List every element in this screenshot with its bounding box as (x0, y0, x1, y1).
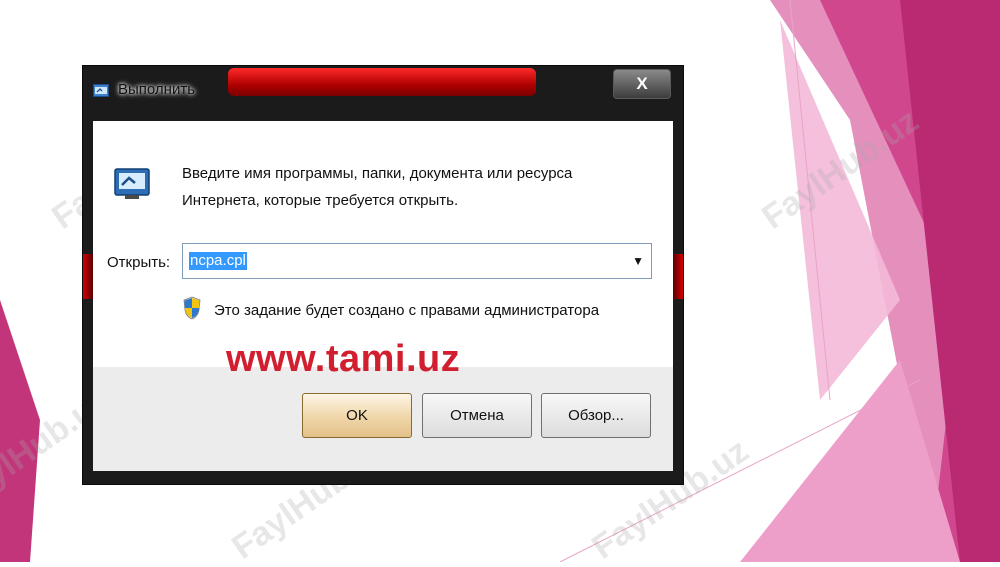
cancel-button[interactable]: Отмена (422, 393, 532, 438)
open-label: Открыть: (107, 254, 171, 271)
frame-glow-right (673, 254, 683, 299)
site-watermark-text: www.tami.uz (226, 338, 461, 380)
prompt-line-1: Введите имя программы, папки, документа … (182, 165, 573, 182)
frame-glow-left (83, 254, 93, 299)
dialog-content: Введите имя программы, папки, документа … (93, 121, 673, 380)
ok-button[interactable]: OK (302, 393, 412, 438)
run-icon (93, 84, 109, 97)
shield-icon (183, 296, 201, 320)
browse-button[interactable]: Обзор... (541, 393, 651, 438)
close-button[interactable]: X (613, 69, 671, 99)
dialog-title: Выполнить (118, 81, 196, 98)
run-program-icon (114, 168, 150, 199)
title-bar[interactable]: Выполнить X (83, 66, 683, 106)
dialog-body: Введите имя программы, папки, документа … (93, 121, 673, 471)
admin-note: Это задание будет создано с правами адми… (214, 302, 600, 319)
close-icon: X (636, 74, 648, 93)
prompt-text: Введите имя программы, папки, документа … (182, 160, 622, 214)
chevron-down-icon[interactable]: ▼ (632, 254, 644, 268)
open-input-value[interactable]: ncpa.cpl (189, 252, 247, 270)
run-dialog: Выполнить X Введите имя программы, папки… (82, 65, 684, 485)
prompt-line-2: Интернета, которые требуется открыть. (182, 192, 459, 209)
open-combobox[interactable]: ncpa.cpl ▼ (182, 243, 652, 279)
